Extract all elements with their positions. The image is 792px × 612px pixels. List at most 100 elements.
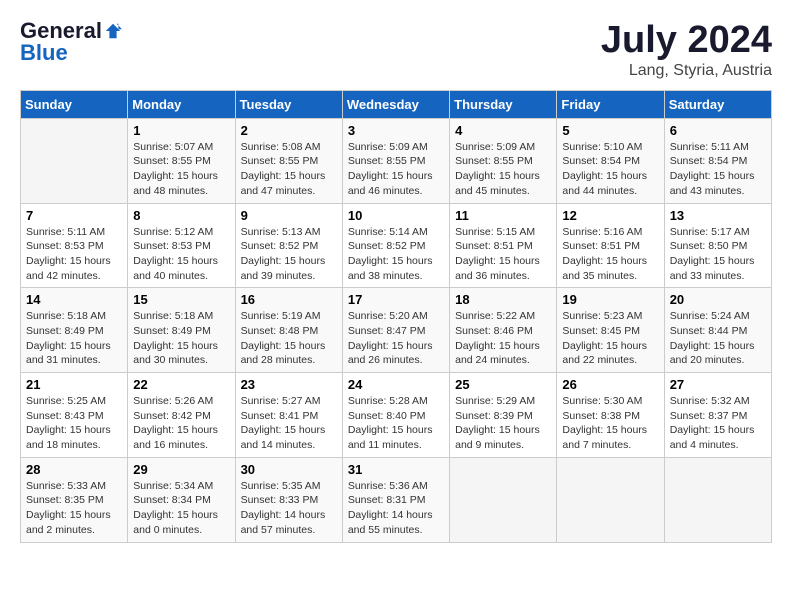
day-info: Sunrise: 5:34 AMSunset: 8:34 PMDaylight:… [133,479,229,538]
day-info: Sunrise: 5:27 AMSunset: 8:41 PMDaylight:… [241,394,337,453]
day-number: 5 [562,123,658,138]
day-info: Sunrise: 5:11 AMSunset: 8:54 PMDaylight:… [670,140,766,199]
calendar-cell: 11 Sunrise: 5:15 AMSunset: 8:51 PMDayligh… [450,203,557,288]
day-number: 3 [348,123,444,138]
day-info: Sunrise: 5:14 AMSunset: 8:52 PMDaylight:… [348,225,444,284]
title-area: July 2024 Lang, Styria, Austria [601,20,772,80]
day-number: 29 [133,462,229,477]
calendar-cell [664,457,771,542]
day-info: Sunrise: 5:28 AMSunset: 8:40 PMDaylight:… [348,394,444,453]
calendar-location: Lang, Styria, Austria [601,62,772,80]
day-info: Sunrise: 5:24 AMSunset: 8:44 PMDaylight:… [670,309,766,368]
day-number: 11 [455,208,551,223]
day-number: 21 [26,377,122,392]
calendar-cell: 4 Sunrise: 5:09 AMSunset: 8:55 PMDaylight… [450,118,557,203]
day-info: Sunrise: 5:20 AMSunset: 8:47 PMDaylight:… [348,309,444,368]
calendar-cell: 29 Sunrise: 5:34 AMSunset: 8:34 PMDayligh… [128,457,235,542]
day-number: 1 [133,123,229,138]
day-number: 22 [133,377,229,392]
calendar-cell: 13 Sunrise: 5:17 AMSunset: 8:50 PMDayligh… [664,203,771,288]
calendar-cell [21,118,128,203]
day-info: Sunrise: 5:13 AMSunset: 8:52 PMDaylight:… [241,225,337,284]
column-header-friday: Friday [557,90,664,118]
day-number: 6 [670,123,766,138]
column-header-wednesday: Wednesday [342,90,449,118]
calendar-header-row: SundayMondayTuesdayWednesdayThursdayFrid… [21,90,772,118]
logo-icon [104,22,122,40]
day-number: 20 [670,292,766,307]
calendar-cell [450,457,557,542]
day-number: 26 [562,377,658,392]
day-number: 18 [455,292,551,307]
calendar-cell: 10 Sunrise: 5:14 AMSunset: 8:52 PMDayligh… [342,203,449,288]
calendar-cell: 17 Sunrise: 5:20 AMSunset: 8:47 PMDayligh… [342,288,449,373]
day-info: Sunrise: 5:16 AMSunset: 8:51 PMDaylight:… [562,225,658,284]
calendar-table: SundayMondayTuesdayWednesdayThursdayFrid… [20,90,772,543]
column-header-monday: Monday [128,90,235,118]
day-info: Sunrise: 5:36 AMSunset: 8:31 PMDaylight:… [348,479,444,538]
day-number: 12 [562,208,658,223]
calendar-cell: 31 Sunrise: 5:36 AMSunset: 8:31 PMDayligh… [342,457,449,542]
logo-general-text: General [20,20,102,42]
calendar-week-row: 1 Sunrise: 5:07 AMSunset: 8:55 PMDaylight… [21,118,772,203]
calendar-week-row: 14 Sunrise: 5:18 AMSunset: 8:49 PMDayligh… [21,288,772,373]
day-info: Sunrise: 5:10 AMSunset: 8:54 PMDaylight:… [562,140,658,199]
page-header: General Blue July 2024 Lang, Styria, Aus… [20,20,772,80]
column-header-tuesday: Tuesday [235,90,342,118]
calendar-cell: 3 Sunrise: 5:09 AMSunset: 8:55 PMDaylight… [342,118,449,203]
day-number: 7 [26,208,122,223]
day-info: Sunrise: 5:22 AMSunset: 8:46 PMDaylight:… [455,309,551,368]
calendar-cell: 2Sunrise: 5:08 AMSunset: 8:55 PMDaylight… [235,118,342,203]
calendar-cell: 26Sunrise: 5:30 AMSunset: 8:38 PMDayligh… [557,373,664,458]
day-info: Sunrise: 5:25 AMSunset: 8:43 PMDaylight:… [26,394,122,453]
day-info: Sunrise: 5:23 AMSunset: 8:45 PMDaylight:… [562,309,658,368]
calendar-cell: 7 Sunrise: 5:11 AMSunset: 8:53 PMDaylight… [21,203,128,288]
calendar-title: July 2024 [601,20,772,62]
calendar-cell [557,457,664,542]
day-number: 31 [348,462,444,477]
calendar-cell: 24Sunrise: 5:28 AMSunset: 8:40 PMDayligh… [342,373,449,458]
calendar-cell: 28 Sunrise: 5:33 AMSunset: 8:35 PMDayligh… [21,457,128,542]
day-info: Sunrise: 5:15 AMSunset: 8:51 PMDaylight:… [455,225,551,284]
day-info: Sunrise: 5:17 AMSunset: 8:50 PMDaylight:… [670,225,766,284]
day-info: Sunrise: 5:18 AMSunset: 8:49 PMDaylight:… [133,309,229,368]
calendar-cell: 5 Sunrise: 5:10 AMSunset: 8:54 PMDaylight… [557,118,664,203]
day-info: Sunrise: 5:09 AMSunset: 8:55 PMDaylight:… [348,140,444,199]
day-info: Sunrise: 5:09 AMSunset: 8:55 PMDaylight:… [455,140,551,199]
day-number: 13 [670,208,766,223]
day-number: 17 [348,292,444,307]
logo-blue-text: Blue [20,42,68,64]
calendar-cell: 6 Sunrise: 5:11 AMSunset: 8:54 PMDaylight… [664,118,771,203]
day-number: 30 [241,462,337,477]
calendar-week-row: 21 Sunrise: 5:25 AMSunset: 8:43 PMDayligh… [21,373,772,458]
day-number: 8 [133,208,229,223]
day-info: Sunrise: 5:32 AMSunset: 8:37 PMDaylight:… [670,394,766,453]
calendar-cell: 30 Sunrise: 5:35 AMSunset: 8:33 PMDayligh… [235,457,342,542]
calendar-cell: 18 Sunrise: 5:22 AMSunset: 8:46 PMDayligh… [450,288,557,373]
day-info: Sunrise: 5:11 AMSunset: 8:53 PMDaylight:… [26,225,122,284]
day-number: 28 [26,462,122,477]
day-number: 16 [241,292,337,307]
day-number: 25 [455,377,551,392]
day-number: 9 [241,208,337,223]
day-info: Sunrise: 5:26 AMSunset: 8:42 PMDaylight:… [133,394,229,453]
day-number: 27 [670,377,766,392]
day-info: Sunrise: 5:18 AMSunset: 8:49 PMDaylight:… [26,309,122,368]
logo: General Blue [20,20,122,64]
calendar-cell: 20 Sunrise: 5:24 AMSunset: 8:44 PMDayligh… [664,288,771,373]
calendar-cell: 1 Sunrise: 5:07 AMSunset: 8:55 PMDaylight… [128,118,235,203]
day-info: Sunrise: 5:07 AMSunset: 8:55 PMDaylight:… [133,140,229,199]
day-info: Sunrise: 5:19 AMSunset: 8:48 PMDaylight:… [241,309,337,368]
day-number: 14 [26,292,122,307]
column-header-sunday: Sunday [21,90,128,118]
column-header-thursday: Thursday [450,90,557,118]
calendar-cell: 21 Sunrise: 5:25 AMSunset: 8:43 PMDayligh… [21,373,128,458]
day-number: 15 [133,292,229,307]
day-info: Sunrise: 5:35 AMSunset: 8:33 PMDaylight:… [241,479,337,538]
day-number: 10 [348,208,444,223]
day-info: Sunrise: 5:33 AMSunset: 8:35 PMDaylight:… [26,479,122,538]
day-number: 4 [455,123,551,138]
calendar-cell: 12 Sunrise: 5:16 AMSunset: 8:51 PMDayligh… [557,203,664,288]
day-number: 2 [241,123,337,138]
calendar-cell: 25Sunrise: 5:29 AMSunset: 8:39 PMDayligh… [450,373,557,458]
